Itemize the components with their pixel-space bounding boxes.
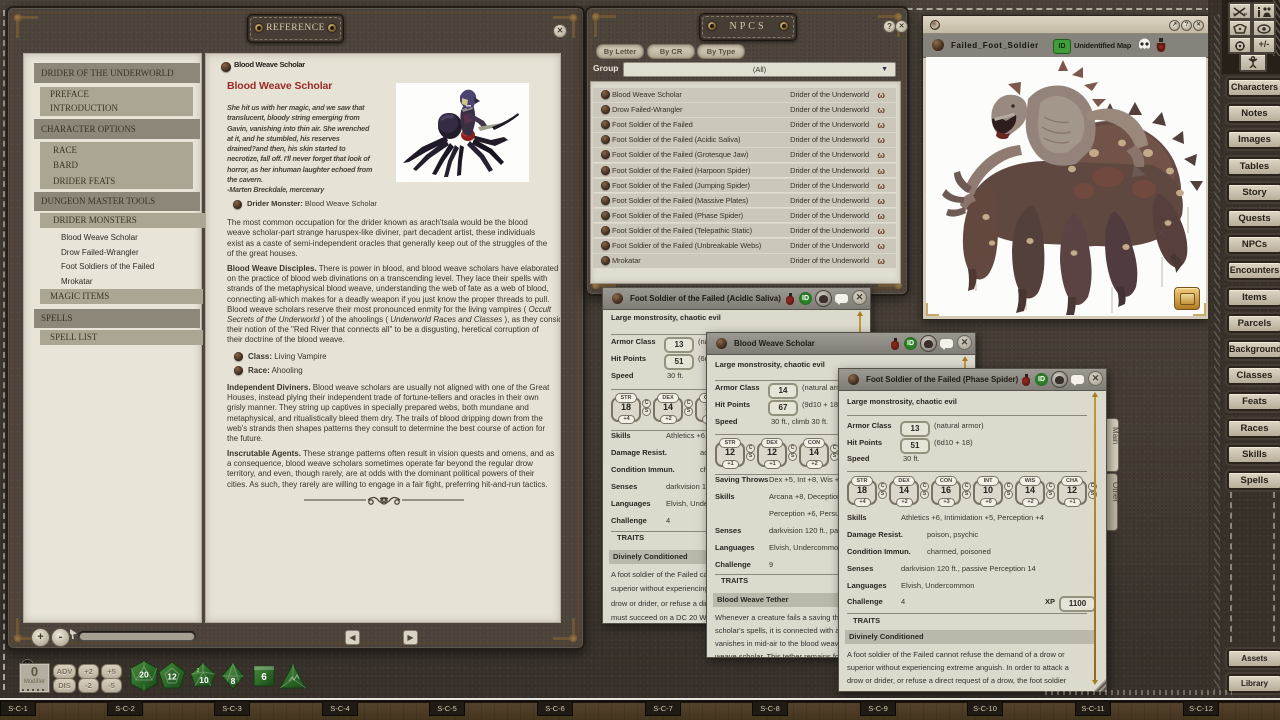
- svg-text:20: 20: [139, 670, 149, 680]
- svg-text:2: 2: [197, 668, 200, 674]
- svg-text:8: 8: [231, 676, 236, 686]
- svg-text:10: 10: [199, 675, 209, 685]
- svg-text:12: 12: [167, 672, 177, 682]
- svg-text:6: 6: [261, 672, 267, 683]
